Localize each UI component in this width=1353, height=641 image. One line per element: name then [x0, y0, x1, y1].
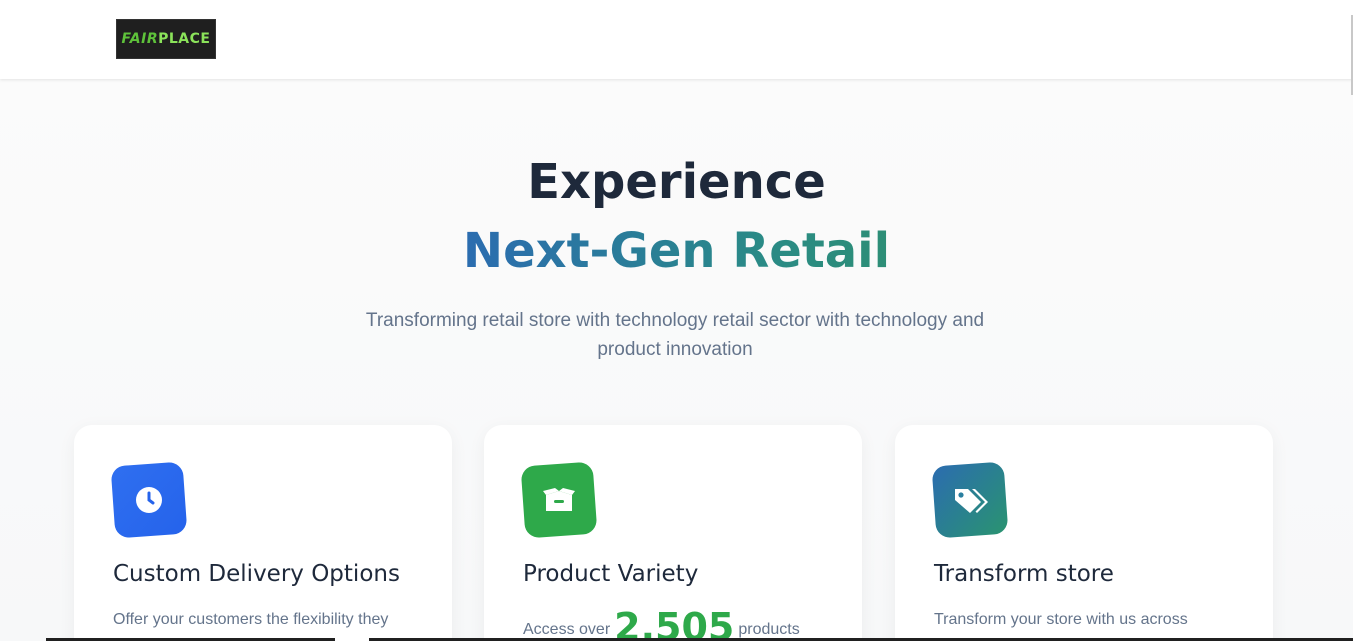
feature-title: Product Variety: [523, 561, 699, 587]
feature-card-variety: Product Variety Access over 2,505 products: [484, 425, 862, 641]
top-navbar: FAIR PLACE: [0, 0, 1353, 95]
clock-icon: [110, 461, 188, 539]
feature-card-delivery: Custom Delivery Options Offer your custo…: [74, 425, 452, 641]
tags-icon: [931, 461, 1009, 539]
feature-description: Offer your customers the flexibility the…: [113, 611, 389, 641]
hero-headline-line1: Experience: [527, 154, 826, 210]
count-suffix: products: [738, 621, 800, 638]
product-count: 2,505: [614, 605, 735, 641]
hero-headline-gradient-text: Next-Gen Retail: [462, 223, 891, 279]
logo-text-fair: FAIR: [121, 31, 159, 47]
feature-title: Custom Delivery Options: [113, 561, 400, 587]
hero-headline-line2: Next-Gen Retail: [0, 220, 1353, 282]
feature-card-transform: Transform store Transform your store wit…: [895, 425, 1273, 641]
logo-text-place: PLACE: [158, 31, 211, 47]
box-icon: [520, 461, 598, 539]
hero-subtitle: Transforming retail store with technolog…: [365, 310, 985, 360]
product-count-line: Access over 2,505 products: [523, 605, 800, 641]
feature-title: Transform store: [934, 561, 1114, 587]
feature-description: Transform your store with us across vari…: [934, 611, 1188, 641]
fairplace-logo[interactable]: FAIR PLACE: [116, 19, 216, 59]
count-prefix: Access over: [523, 621, 611, 638]
